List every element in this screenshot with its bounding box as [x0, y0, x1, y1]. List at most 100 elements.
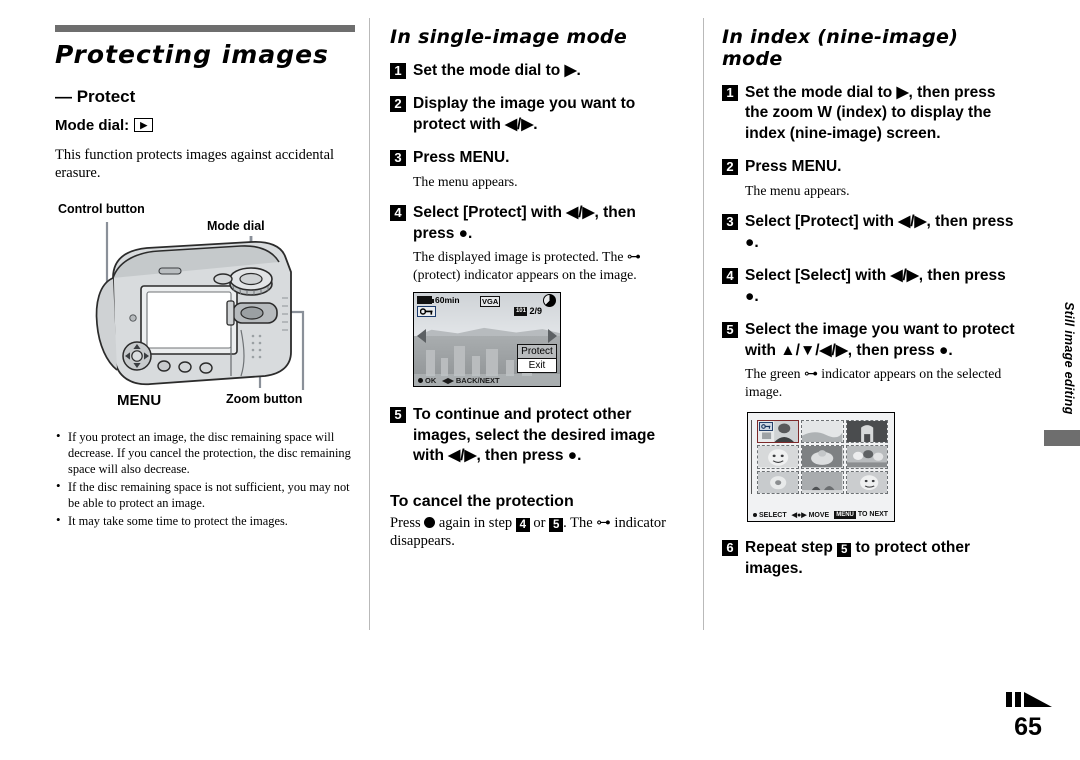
- inline-step-5: 5: [549, 517, 564, 532]
- intro-paragraph: This function protects images against ac…: [55, 146, 335, 182]
- index-step-2-note: The menu appears.: [745, 182, 850, 198]
- page-footer: 65: [1002, 689, 1054, 742]
- step-number: 2: [722, 159, 738, 176]
- battery-icon: [417, 296, 434, 305]
- index-step-4: 4 Select [Select] with ◀/▶, then press ●…: [722, 266, 1022, 307]
- step-text: Set the mode dial to ▶, then press the z…: [745, 84, 996, 142]
- step-number: 1: [722, 85, 738, 101]
- lcd-building: [454, 346, 465, 377]
- folder-icon: 101: [514, 306, 528, 316]
- index-step-6: 6 Repeat step 5 to protect other images.: [722, 538, 1022, 579]
- step-text: Press MENU.: [413, 149, 510, 167]
- hint-nav: ◀▶ BACK/NEXT: [442, 375, 500, 385]
- mode-dial-line: Mode dial: ▶: [55, 117, 355, 134]
- page-arrow-icon: [1006, 692, 1052, 707]
- side-tab-marker: [1044, 430, 1080, 446]
- protect-badge: [759, 422, 773, 432]
- lcd-building: [486, 349, 498, 377]
- step-number: 2: [390, 96, 406, 113]
- page-title: Protecting images: [55, 40, 329, 69]
- thumbnail-5[interactable]: [801, 445, 844, 469]
- thumbnail-grid: [757, 420, 888, 495]
- prev-arrow-icon: [417, 328, 426, 343]
- lcd-building: [472, 356, 480, 377]
- step-number: 3: [722, 214, 738, 231]
- disc-remaining-icon: [543, 294, 556, 308]
- center-dot-icon: [418, 377, 423, 383]
- step-5: 5 To continue and protect other images, …: [390, 405, 680, 466]
- step-3: 3 Press MENU.: [390, 148, 680, 168]
- protect-indicator: [417, 306, 436, 318]
- cancel-protection-heading: To cancel the protection: [390, 492, 574, 510]
- step-1: 1 Set the mode dial to ▶.: [390, 61, 680, 81]
- step-text: Display the image you want to protect wi…: [413, 95, 636, 133]
- index-step-5: 5 Select the image you want to protect w…: [722, 320, 1022, 361]
- page-number: 65: [1014, 713, 1042, 741]
- step-number: 5: [722, 322, 738, 339]
- thumbnail-7[interactable]: [757, 470, 800, 495]
- thumbnail-9[interactable]: [845, 470, 888, 495]
- step-text: Press MENU.: [745, 158, 842, 176]
- column-divider-2: [703, 18, 704, 630]
- key-icon: [761, 424, 771, 429]
- index-nine-image-screen: SELECT ◀●▶ MOVE MENU TO NEXT: [747, 412, 895, 523]
- lcd-hint-bar: OK ◀▶ BACK/NEXT: [414, 374, 560, 387]
- thumbnail-3[interactable]: [845, 420, 888, 444]
- step-number: 6: [722, 540, 738, 557]
- thumbnail-8[interactable]: [801, 470, 844, 495]
- step-number: 1: [390, 63, 406, 79]
- hint-move: ◀●▶ MOVE: [791, 512, 830, 520]
- index-hint-bar: SELECT ◀●▶ MOVE MENU TO NEXT: [748, 511, 894, 520]
- thumb-photo: [802, 471, 843, 494]
- list-item: It may take some time to protect the ima…: [55, 512, 355, 529]
- counter-value: 2/9: [529, 306, 542, 317]
- step-4: 4 Select [Protect] with ◀/▶, then press …: [390, 203, 680, 244]
- index-mode-heading: In index (nine-image) mode: [722, 26, 959, 70]
- manual-page: Protecting images — Protect Mode dial: ▶…: [0, 0, 1080, 760]
- step-text: Repeat step 5 to protect other images.: [745, 539, 971, 577]
- step-text: Set the mode dial to ▶.: [413, 62, 581, 79]
- thumb-photo: [846, 446, 887, 468]
- step-3-note: The menu appears.: [413, 173, 518, 189]
- mode-dial-label: Mode dial:: [55, 116, 130, 134]
- battery-time: 60min: [435, 295, 460, 306]
- thumbnail-6[interactable]: [845, 445, 888, 469]
- hint-next: MENU TO NEXT: [834, 511, 889, 520]
- playback-icon: ▶: [134, 118, 154, 132]
- step-number: 4: [722, 268, 738, 285]
- thumbnail-4[interactable]: [757, 445, 800, 469]
- step-number: 4: [390, 205, 406, 222]
- menu-chip: MENU: [834, 511, 856, 520]
- index-step-1: 1 Set the mode dial to ▶, then press the…: [722, 83, 1022, 144]
- lcd-building: [426, 350, 435, 377]
- step-text: To continue and protect other images, se…: [413, 406, 656, 465]
- battery-indicator: 60min: [417, 295, 460, 305]
- single-image-heading: In single-image mode: [390, 26, 628, 48]
- side-tab-label: Still image editing: [1062, 302, 1076, 415]
- step-number: 3: [390, 150, 406, 167]
- thumb-photo: [802, 446, 843, 468]
- camera-figure: Control button Mode dial MENU Zoom butto…: [55, 200, 355, 415]
- thumb-photo: [846, 471, 887, 494]
- menu-item-exit[interactable]: Exit: [518, 359, 556, 373]
- image-quality-badge: VGA: [480, 296, 501, 308]
- thumbnail-2[interactable]: [801, 420, 844, 444]
- step-2: 2 Display the image you want to protect …: [390, 94, 680, 135]
- list-item: If you protect an image, the disc remain…: [55, 428, 355, 477]
- step-4-note: The displayed image is protected. The ⊶ …: [413, 249, 641, 282]
- center-button-icon: [424, 516, 436, 528]
- index-step-2: 2 Press MENU.: [722, 157, 1022, 177]
- key-icon: [420, 308, 433, 316]
- inline-step-5: 5: [837, 543, 852, 558]
- hint-ok: OK: [418, 376, 436, 385]
- step-number: 5: [390, 407, 406, 424]
- thumb-photo: [758, 471, 799, 494]
- chapter-rule: [55, 25, 355, 32]
- thumb-photo: [802, 421, 843, 443]
- thumbnail-1-selected[interactable]: [757, 420, 800, 444]
- thumb-photo: [846, 421, 887, 443]
- index-scrollbar[interactable]: [751, 420, 755, 495]
- menu-item-protect[interactable]: Protect: [518, 345, 556, 360]
- step-text: Select [Select] with ◀/▶, then press ●.: [745, 267, 1006, 305]
- right-column: In index (nine-image) mode 1 Set the mod…: [722, 0, 1022, 579]
